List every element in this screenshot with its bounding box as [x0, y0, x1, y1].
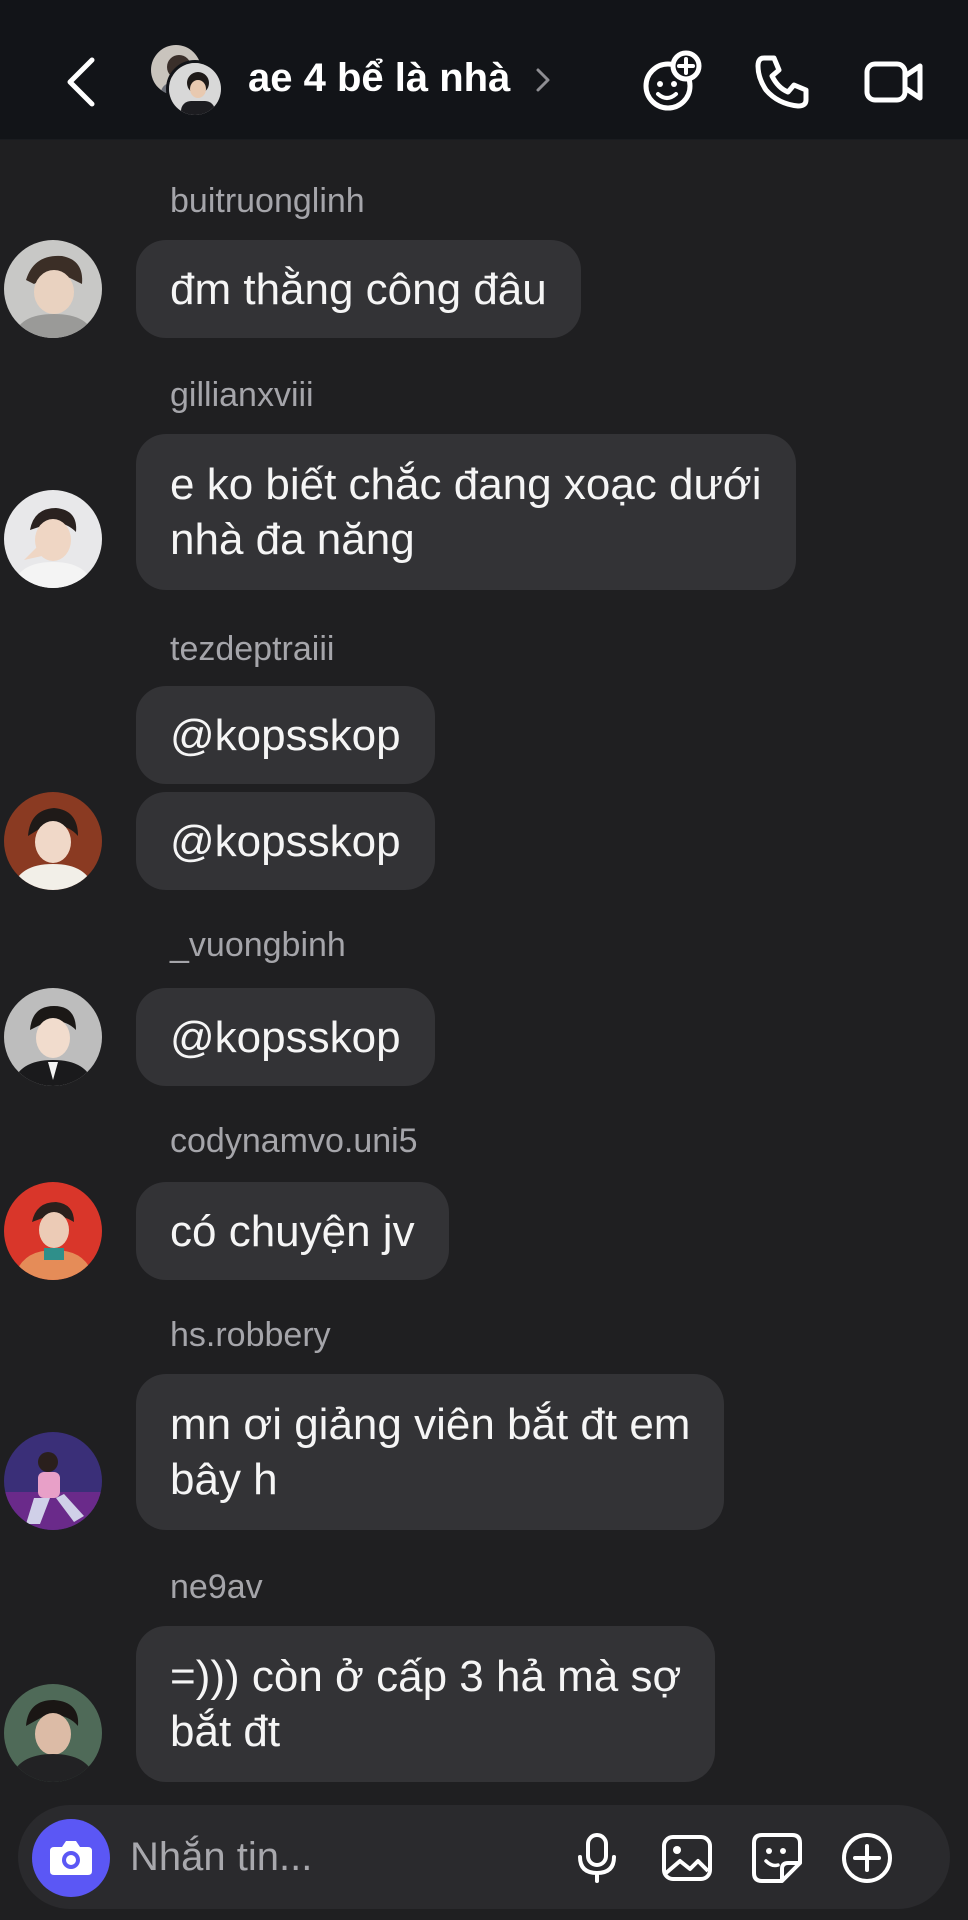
message-text-line: @kopsskop	[170, 1012, 401, 1062]
sender-name: ne9av	[170, 1568, 263, 1606]
avatar[interactable]	[4, 490, 102, 588]
message-bubble[interactable]: e ko biết chắc đang xoạc dưới nhà đa năn…	[136, 434, 796, 590]
back-chevron-icon	[67, 57, 95, 107]
chat-header: ae 4 bể là nhà	[0, 0, 968, 140]
message-bubble[interactable]: có chuyện jv	[136, 1182, 449, 1280]
sender-name: buitruonglinh	[170, 182, 365, 220]
add-effect-icon[interactable]	[640, 50, 704, 114]
sticker-icon[interactable]	[750, 1831, 804, 1885]
message-text-line: @kopsskop	[170, 710, 401, 760]
sender-name: gillianxviii	[170, 376, 314, 414]
message-list[interactable]: buitruonglinh đm thằng công đâu gillianx…	[0, 140, 968, 1800]
microphone-icon[interactable]	[570, 1831, 624, 1885]
sender-name: codynamvo.uni5	[170, 1122, 418, 1160]
message-bubble[interactable]: @kopsskop	[136, 792, 435, 890]
message-text-line: có chuyện jv	[170, 1206, 415, 1256]
group-avatar[interactable]	[148, 42, 224, 118]
message-bubble[interactable]: @kopsskop	[136, 686, 435, 784]
message-text-line: nhà đa năng	[170, 515, 415, 564]
sender-name: hs.robbery	[170, 1316, 331, 1354]
plus-circle-icon[interactable]	[840, 1831, 894, 1885]
message-text-line: bây h	[170, 1455, 278, 1504]
message-text-line: bắt đt	[170, 1707, 281, 1756]
message-text-line: =))) còn ở cấp 3 hả mà sợ	[170, 1652, 682, 1701]
message-bubble[interactable]: @kopsskop	[136, 988, 435, 1086]
camera-button[interactable]	[32, 1819, 110, 1897]
message-bubble[interactable]: mn ơi giảng viên bắt đt em bây h	[136, 1374, 725, 1530]
message-text-line: đm thằng công đâu	[170, 264, 547, 314]
message-text-line: mn ơi giảng viên bắt đt em	[170, 1400, 691, 1449]
avatar[interactable]	[4, 988, 102, 1086]
message-text-line: e ko biết chắc đang xoạc dưới	[170, 460, 762, 509]
message-bubble[interactable]: =))) còn ở cấp 3 hả mà sợ bắt đt	[136, 1626, 716, 1782]
gallery-icon[interactable]	[660, 1831, 714, 1885]
back-button[interactable]	[62, 52, 102, 112]
sender-name: tezdeptraiii	[170, 630, 335, 668]
avatar[interactable]	[4, 1432, 102, 1530]
message-bubble[interactable]: đm thằng công đâu	[136, 240, 581, 338]
group-title[interactable]: ae 4 bể là nhà	[248, 56, 510, 101]
chevron-right-icon[interactable]	[533, 64, 553, 96]
avatar[interactable]	[4, 1182, 102, 1280]
avatar[interactable]	[4, 240, 102, 338]
camera-icon	[50, 1841, 92, 1875]
phone-icon[interactable]	[750, 50, 814, 114]
video-call-icon[interactable]	[862, 50, 926, 114]
group-avatar-member-2	[166, 60, 224, 118]
message-composer	[18, 1805, 950, 1909]
avatar[interactable]	[4, 792, 102, 890]
message-text-line: @kopsskop	[170, 816, 401, 866]
avatar[interactable]	[4, 1684, 102, 1782]
message-input[interactable]	[130, 1829, 550, 1885]
sender-name: _vuongbinh	[170, 926, 346, 964]
